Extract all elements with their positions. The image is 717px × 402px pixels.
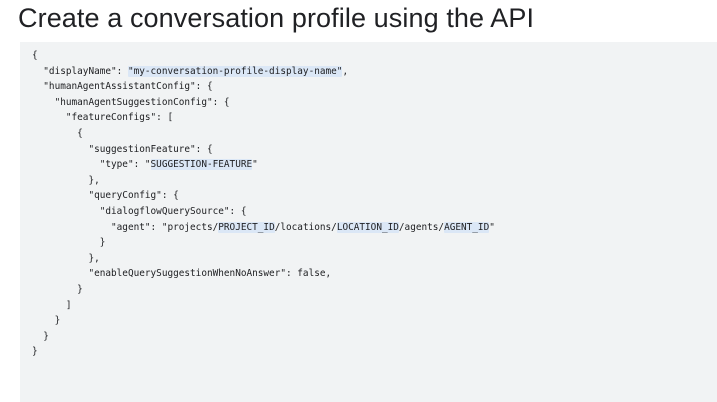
code-text: "displayName": bbox=[32, 65, 128, 77]
code-text: "humanAgentSuggestionConfig": { bbox=[32, 96, 230, 108]
code-text: } bbox=[32, 237, 106, 249]
code-line: "displayName": "my-conversation-profile-… bbox=[32, 64, 495, 80]
code-block: { "displayName": "my-conversation-profil… bbox=[32, 48, 495, 360]
code-text: } bbox=[32, 346, 38, 358]
code-line: } bbox=[32, 313, 495, 329]
code-text: "enableQuerySuggestionWhenNoAnswer": fal… bbox=[32, 268, 332, 280]
code-line: }, bbox=[32, 173, 495, 189]
code-placeholder: AGENT_ID bbox=[444, 221, 490, 233]
code-text: " bbox=[489, 221, 495, 233]
code-line: { bbox=[32, 48, 495, 64]
code-line: "agent": "projects/PROJECT_ID/locations/… bbox=[32, 220, 495, 236]
code-line: } bbox=[32, 282, 495, 298]
code-text: } bbox=[32, 330, 49, 342]
code-placeholder: "my-conversation-profile-display-name" bbox=[127, 65, 343, 77]
code-text: " bbox=[252, 159, 258, 171]
code-text: }, bbox=[32, 174, 100, 186]
code-text: "agent": "projects/ bbox=[32, 221, 219, 233]
code-text: /locations/ bbox=[274, 221, 337, 233]
code-text: }, bbox=[32, 252, 100, 264]
code-placeholder: SUGGESTION-FEATURE bbox=[150, 159, 253, 171]
code-text: ] bbox=[32, 299, 72, 311]
code-text: /agents/ bbox=[398, 221, 445, 233]
code-placeholder: PROJECT_ID bbox=[218, 221, 275, 233]
code-text: { bbox=[32, 127, 83, 139]
code-line: } bbox=[32, 344, 495, 360]
code-panel: { "displayName": "my-conversation-profil… bbox=[20, 42, 717, 402]
code-text: } bbox=[32, 315, 61, 327]
code-line: "enableQuerySuggestionWhenNoAnswer": fal… bbox=[32, 266, 495, 282]
code-text: } bbox=[32, 283, 83, 295]
code-line: "dialogflowQuerySource": { bbox=[32, 204, 495, 220]
slide-title: Create a conversation profile using the … bbox=[18, 3, 535, 33]
code-line: "queryConfig": { bbox=[32, 188, 495, 204]
code-line: "suggestionFeature": { bbox=[32, 142, 495, 158]
code-text: { bbox=[32, 50, 38, 61]
code-line: ] bbox=[32, 298, 495, 314]
code-text: "featureConfigs": [ bbox=[32, 112, 174, 124]
code-text: "humanAgentAssistantConfig": { bbox=[32, 81, 213, 93]
code-text: , bbox=[342, 65, 349, 77]
code-line: { bbox=[32, 126, 495, 142]
code-text: "queryConfig": { bbox=[32, 190, 179, 202]
code-line: "featureConfigs": [ bbox=[32, 110, 495, 126]
code-text: "dialogflowQuerySource": { bbox=[32, 205, 247, 217]
code-line: "type": "SUGGESTION-FEATURE" bbox=[32, 157, 495, 173]
code-line: } bbox=[32, 235, 495, 251]
code-line: }, bbox=[32, 251, 495, 267]
code-text: "type": " bbox=[32, 159, 151, 171]
slide: Create a conversation profile using the … bbox=[0, 0, 717, 402]
code-line: "humanAgentAssistantConfig": { bbox=[32, 79, 495, 95]
code-placeholder: LOCATION_ID bbox=[336, 221, 399, 233]
code-line: } bbox=[32, 329, 495, 345]
code-line: "humanAgentSuggestionConfig": { bbox=[32, 95, 495, 111]
code-text: "suggestionFeature": { bbox=[32, 143, 213, 155]
